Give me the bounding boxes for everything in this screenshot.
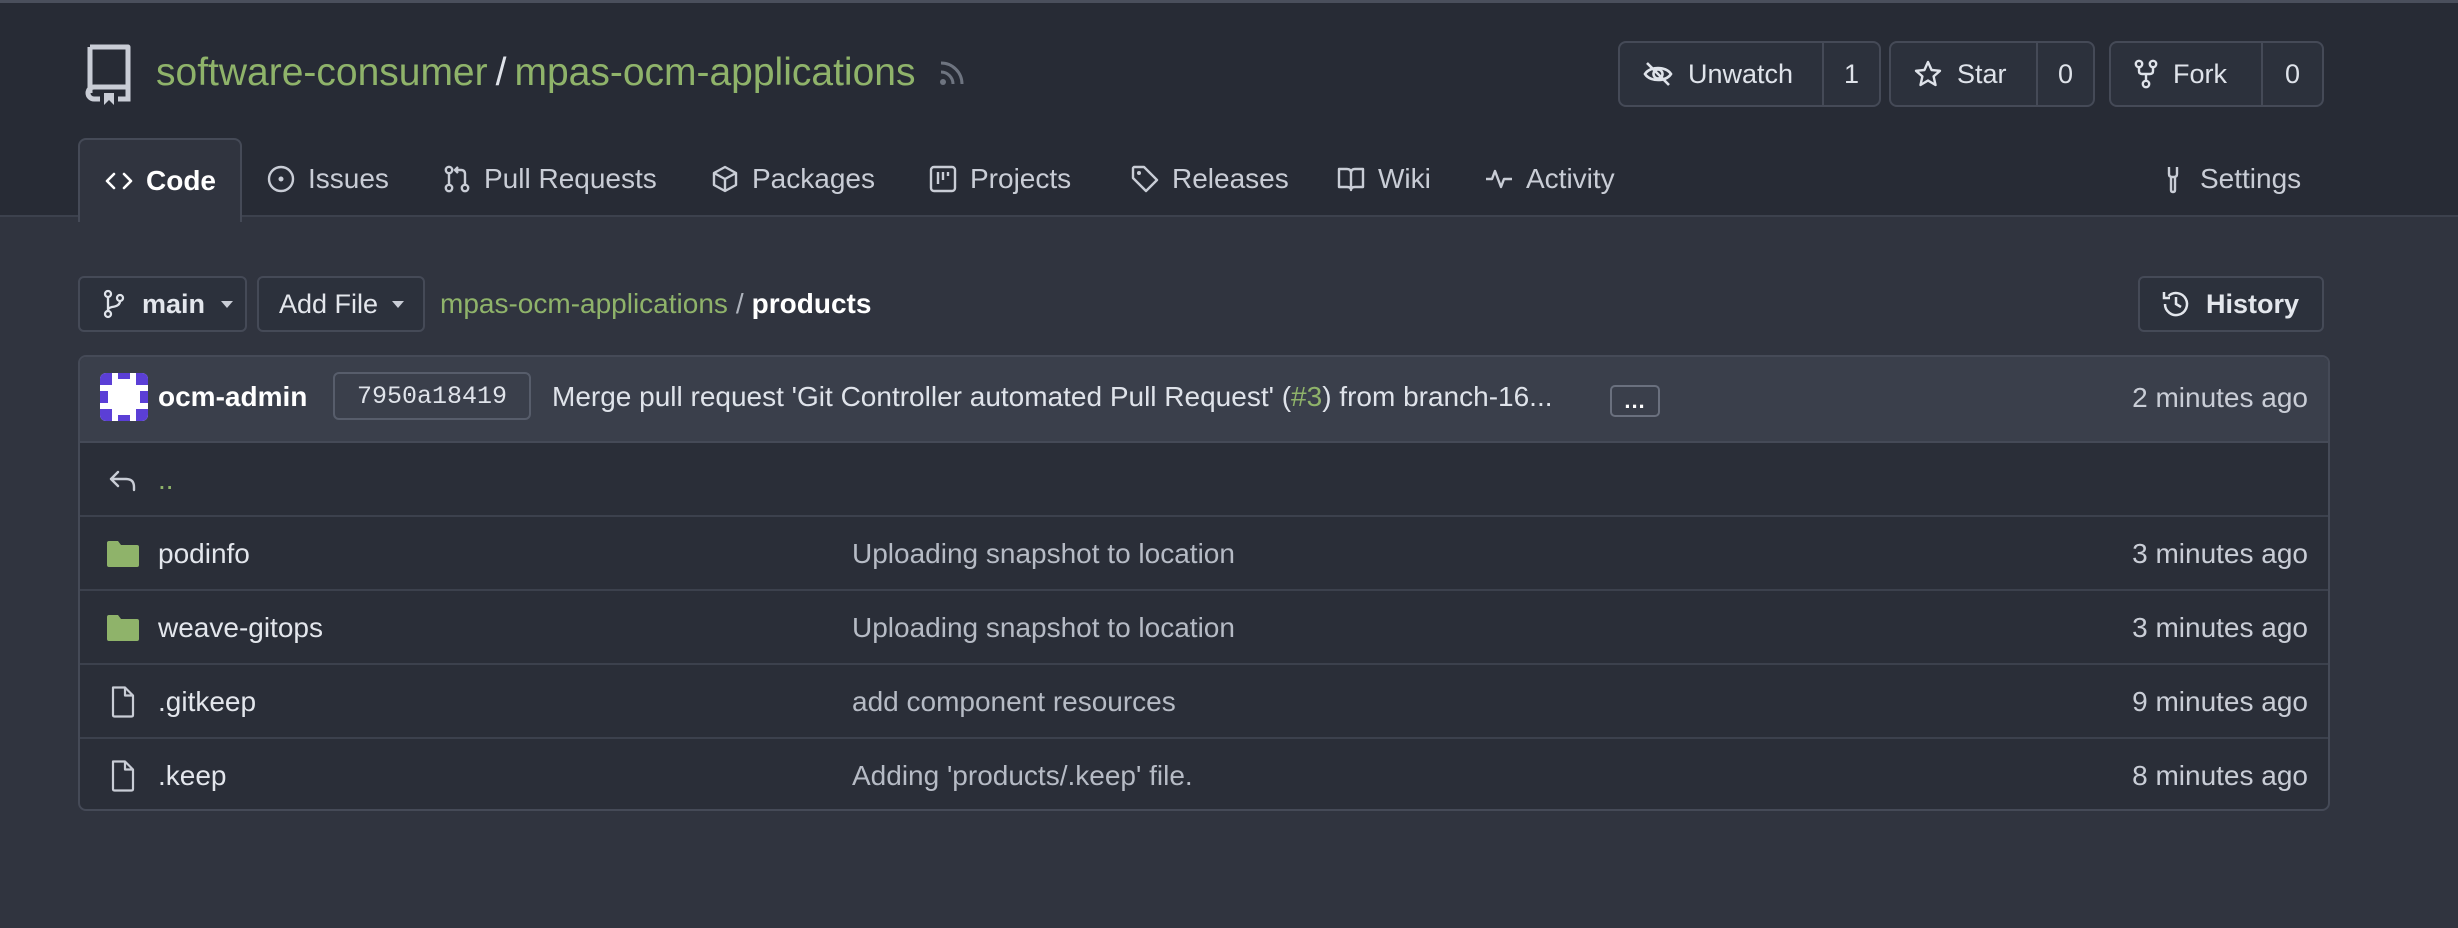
tab-projects-label: Projects (970, 163, 1072, 194)
book-icon (1337, 167, 1365, 192)
file-commit-time: 3 minutes ago (2132, 538, 2308, 569)
tab-code[interactable]: Code (78, 138, 242, 222)
fork-button-group: Fork 0 (2109, 41, 2324, 107)
history-button[interactable]: History (2138, 276, 2324, 332)
tag-icon (1131, 165, 1159, 193)
history-icon (2162, 291, 2189, 317)
tab-releases[interactable]: Releases (1130, 138, 1289, 220)
repo-name-link[interactable]: mpas-ocm-applications (514, 51, 915, 95)
breadcrumb-separator: / (735, 288, 744, 319)
repo-title-separator: / (495, 51, 507, 94)
file-commit-message[interactable]: Adding 'products/.keep' file. (852, 760, 1193, 792)
table-row: .keep Adding 'products/.keep' file. 8 mi… (80, 739, 2328, 809)
file-name-link[interactable]: .gitkeep (158, 686, 256, 718)
tab-pull-requests-label: Pull Requests (484, 163, 657, 194)
tab-pull-requests[interactable]: Pull Requests (442, 138, 657, 220)
add-file-label: Add File (279, 288, 379, 319)
file-commit-message[interactable]: Uploading snapshot to location (852, 612, 1235, 644)
watch-count[interactable]: 1 (1824, 43, 1879, 105)
pull-request-link[interactable]: #3 (1291, 381, 1322, 412)
pulse-icon (1486, 169, 1512, 189)
file-icon (111, 760, 135, 792)
history-label: History (2206, 288, 2300, 319)
commit-message-prefix: Merge pull request 'Git Controller autom… (552, 381, 1292, 412)
fork-count[interactable]: 0 (2263, 43, 2322, 105)
commit-sha-button[interactable]: 7950a18419 (333, 372, 531, 420)
commit-message-suffix: ) from branch-16... (1322, 381, 1553, 412)
branch-selector[interactable]: main (78, 276, 247, 332)
latest-commit-bar: ocm-admin 7950a18419 Merge pull request … (80, 357, 2328, 443)
commit-message[interactable]: Merge pull request 'Git Controller autom… (552, 381, 1553, 413)
chevron-down-icon (221, 300, 234, 308)
commit-time: 2 minutes ago (2132, 382, 2308, 413)
unwatch-button[interactable]: Unwatch (1620, 43, 1824, 105)
pull-request-icon (444, 165, 470, 193)
add-file-button[interactable]: Add File (257, 276, 425, 332)
parent-directory-link[interactable]: .. (158, 464, 174, 496)
avatar[interactable] (100, 373, 148, 421)
repo-header: software-consumer / mpas-ocm-application… (0, 3, 2458, 222)
watch-button-group: Unwatch 1 (1618, 41, 1881, 107)
file-commit-message[interactable]: add component resources (852, 686, 1176, 718)
repo-owner-link[interactable]: software-consumer (156, 51, 488, 95)
file-name-link[interactable]: podinfo (158, 538, 250, 570)
table-row: .gitkeep add component resources 9 minut… (80, 665, 2328, 739)
parent-directory-row[interactable]: .. (80, 443, 2328, 517)
code-icon (105, 172, 133, 190)
table-row: podinfo Uploading snapshot to location 3… (80, 517, 2328, 591)
branch-icon (103, 289, 125, 319)
file-commit-time: 9 minutes ago (2132, 686, 2308, 717)
unwatch-label: Unwatch (1688, 58, 1794, 89)
file-commit-message[interactable]: Uploading snapshot to location (852, 538, 1235, 570)
star-button[interactable]: Star (1891, 43, 2038, 105)
ellipsis-icon: ... (1624, 388, 1646, 413)
tab-releases-label: Releases (1172, 163, 1289, 194)
fork-label: Fork (2173, 58, 2227, 89)
folder-icon (107, 541, 139, 567)
breadcrumb-repo-link[interactable]: mpas-ocm-applications (440, 288, 728, 320)
table-row: weave-gitops Uploading snapshot to locat… (80, 591, 2328, 665)
package-icon (712, 165, 738, 193)
repo-icon (85, 44, 131, 105)
tab-settings[interactable]: Settings (2158, 138, 2301, 220)
wrench-icon (2167, 167, 2179, 194)
file-icon (111, 686, 135, 718)
chevron-down-icon (392, 300, 405, 308)
file-commit-time: 8 minutes ago (2132, 760, 2308, 791)
star-count[interactable]: 0 (2038, 43, 2093, 105)
star-button-group: Star 0 (1889, 41, 2095, 107)
star-icon (1914, 60, 1942, 87)
tab-packages[interactable]: Packages (710, 138, 875, 220)
fork-icon (2134, 59, 2158, 89)
breadcrumb-current: products (751, 288, 872, 319)
file-name-link[interactable]: weave-gitops (158, 612, 323, 644)
star-label: Star (1957, 58, 2007, 89)
tab-activity[interactable]: Activity (1484, 138, 1615, 220)
issue-icon (267, 165, 295, 193)
file-name-link[interactable]: .keep (158, 760, 227, 792)
branch-name: main (142, 288, 206, 319)
repo-title: software-consumer / mpas-ocm-application… (156, 47, 967, 99)
reply-arrow-icon (109, 470, 136, 492)
tab-activity-label: Activity (1526, 163, 1615, 194)
tab-projects[interactable]: Projects (928, 138, 1071, 220)
commit-author[interactable]: ocm-admin (158, 381, 307, 413)
file-list: ocm-admin 7950a18419 Merge pull request … (78, 355, 2330, 811)
breadcrumb: mpas-ocm-applications / products (440, 284, 871, 324)
file-commit-time: 3 minutes ago (2132, 612, 2308, 643)
tab-wiki[interactable]: Wiki (1336, 138, 1431, 220)
repo-tabs: Code Issues Pull Requests Packages Proje… (0, 138, 2458, 222)
tab-packages-label: Packages (752, 163, 875, 194)
eye-slash-icon (1643, 62, 1673, 86)
rss-icon[interactable] (937, 58, 967, 88)
tab-issues[interactable]: Issues (266, 138, 389, 220)
expand-commit-message-button[interactable]: ... (1610, 385, 1660, 417)
fork-button[interactable]: Fork (2111, 43, 2263, 105)
folder-icon (107, 615, 139, 641)
tab-code-label: Code (146, 165, 216, 196)
project-icon (929, 165, 957, 193)
tab-settings-label: Settings (2200, 163, 2302, 194)
tab-issues-label: Issues (308, 163, 389, 194)
tab-wiki-label: Wiki (1378, 163, 1431, 194)
